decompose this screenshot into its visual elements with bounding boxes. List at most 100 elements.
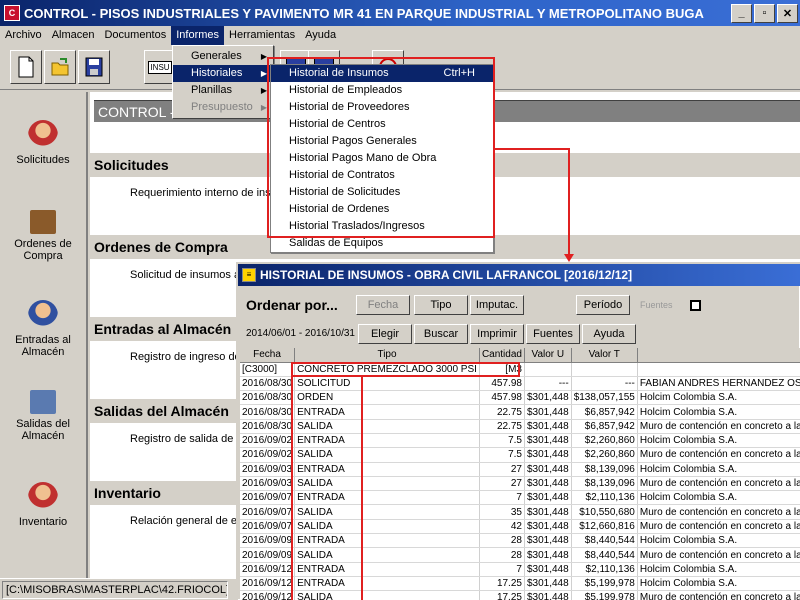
table-row[interactable]: 2016/09/12 SALIDA 17.25 $301,448 $5,199,978 M… [240,590,800,600]
menu-almacen[interactable]: Almacen [47,26,100,45]
table-cell: --- [571,376,638,392]
menu-item-salidas-equipos[interactable]: Salidas de Equipos [271,235,493,252]
new-button[interactable] [10,50,42,84]
open-button[interactable] [44,50,76,84]
menu-item-historial-solicitudes[interactable]: Historial de Solicitudes [271,184,493,201]
table-cell: SOLICITUD [294,376,480,392]
table-row[interactable]: 2016/09/07 SALIDA 42 $301,448 $12,660,816 Mur… [240,519,800,535]
elegir-button[interactable]: Elegir [358,324,412,344]
table-cell [524,362,572,377]
maximize-button[interactable]: ▫ [754,3,775,23]
menu-item-historial-pagos-mano-obra[interactable]: Historial Pagos Mano de Obra [271,150,493,167]
table-cell: $6,857,942 [571,404,638,420]
menu-item-planillas[interactable]: Planillas ▶ [173,82,273,99]
menu-item-historial-pagos-generales[interactable]: Historial Pagos Generales [271,133,493,150]
table-cell: [M3 [479,362,525,377]
menu-item-historial-insumos[interactable]: Historial de Insumos Ctrl+H [271,65,493,82]
table-cell: $301,448 [524,404,572,420]
table-cell: 17.25 [479,590,525,600]
imprimir-button[interactable]: Imprimir [470,324,524,344]
menu-item-generales[interactable]: Generales ▶ [173,48,273,65]
table-cell: Muro de contención en concreto a la v [637,519,800,535]
table-cell [571,362,638,377]
sort-imputac-button[interactable]: Imputac. [470,295,524,315]
column-header-valor-u[interactable]: Valor U [524,348,572,363]
table-cell: 27 [479,462,525,477]
buscar-button[interactable]: Buscar [414,324,468,344]
fuentes-button[interactable]: Fuentes [526,324,580,344]
fuentes-checkbox[interactable] [690,300,701,311]
menu-item-label: Historial de Insumos [289,67,389,79]
menu-documentos[interactable]: Documentos [99,26,171,45]
table-row[interactable]: 2016/09/02 ENTRADA 7.5 $301,448 $2,260,860 Ho… [240,433,800,449]
table-row[interactable]: 2016/08/30 ORDEN 457.98 $301,448 $138,057,15… [240,390,800,406]
status-path: [C:\MISOBRAS\MASTERPLAC\42.FRIOCOL] [2,581,228,599]
table-row[interactable]: 2016/09/09 SALIDA 28 $301,448 $8,440,544 Muro… [240,547,800,563]
menu-item-historiales[interactable]: Historiales ▶ [173,65,273,82]
sidebar-item-salidas[interactable]: Salidas del Almacén [0,390,86,442]
minimize-button[interactable]: _ [731,3,752,23]
table-cell: $8,139,096 [571,462,638,477]
open-folder-icon [51,58,69,76]
menu-item-historial-ordenes[interactable]: Historial de Ordenes [271,201,493,218]
column-header-tipo[interactable]: Tipo [294,348,480,363]
table-group-row[interactable]: [C3000] CONCRETO PREMEZCLADO 3000 PSI [M… [240,362,800,377]
chevron-right-icon: ▶ [260,86,267,95]
table-cell: ENTRADA [294,433,480,449]
table-cell: $301,448 [524,519,572,535]
column-header-valor-t[interactable]: Valor T [571,348,638,363]
title-bar[interactable]: C CONTROL - PISOS INDUSTRIALES Y PAVIMEN… [0,0,800,26]
table-row[interactable]: 2016/09/12 ENTRADA 7 $301,448 $2,110,136 Holc… [240,562,800,577]
table-cell: $301,448 [524,447,572,463]
table-row[interactable]: 2016/09/03 SALIDA 27 $301,448 $8,139,096 Muro… [240,476,800,492]
table-cell: Holcim Colombia S.A. [637,462,800,477]
table-cell: ENTRADA [294,562,480,577]
table-cell: 22.75 [479,404,525,420]
table-cell: 457.98 [479,390,525,406]
sort-tipo-button[interactable]: Tipo [414,295,468,315]
column-header-fecha[interactable]: Fecha [240,348,296,363]
table-row[interactable]: 2016/09/03 ENTRADA 27 $301,448 $8,139,096 Hol… [240,462,800,477]
menu-ayuda[interactable]: Ayuda [300,26,341,45]
sort-periodo-button[interactable]: Período [576,295,630,315]
save-button[interactable] [78,50,110,84]
close-button[interactable]: ✕ [777,3,798,23]
historial-title-bar[interactable]: ≡ HISTORIAL DE INSUMOS - OBRA CIVIL LAFR… [238,264,800,286]
column-header-cantidad[interactable]: Cantidad [479,348,525,363]
table-cell: 2016/09/02 [240,433,296,449]
table-cell: SALIDA [294,476,480,492]
chevron-right-icon: ▶ [260,69,267,78]
table-row[interactable]: 2016/09/12 ENTRADA 17.25 $301,448 $5,199,978… [240,576,800,592]
ayuda-button[interactable]: Ayuda [582,324,636,344]
table-cell: 2016/09/12 [240,590,296,600]
menu-item-historial-centros[interactable]: Historial de Centros [271,116,493,133]
table-row[interactable]: 2016/08/30 ENTRADA 22.75 $301,448 $6,857,942… [240,404,800,420]
menu-informes[interactable]: Informes [171,26,225,45]
menu-item-label: Planillas [191,84,232,96]
sort-fecha-button[interactable]: Fecha [356,295,410,315]
menu-item-historial-contratos[interactable]: Historial de Contratos [271,167,493,184]
table-cell: 2016/08/30 [240,404,296,420]
table-cell: Muro de contención en concreto a la v [637,476,800,492]
table-row[interactable]: 2016/09/07 ENTRADA 7 $301,448 $2,110,136 Holc… [240,490,800,506]
menu-herramientas[interactable]: Herramientas [224,26,300,45]
menu-item-historial-traslados[interactable]: Historial Traslados/Ingresos [271,218,493,235]
table-cell: 2016/09/02 [240,447,296,463]
sidebar-item-inventario[interactable]: Inventario [0,482,86,528]
column-header-detalle[interactable] [637,348,800,363]
menu-item-historial-empleados[interactable]: Historial de Empleados [271,82,493,99]
table-row[interactable]: 2016/09/07 SALIDA 35 $301,448 $10,550,680 Mur… [240,504,800,520]
table-row[interactable]: 2016/09/09 ENTRADA 28 $301,448 $8,440,544 Hol… [240,533,800,549]
table-cell: $2,260,860 [571,433,638,449]
table-cell: $301,448 [524,476,572,492]
menu-item-historial-proveedores[interactable]: Historial de Proveedores [271,99,493,116]
sidebar-item-entradas[interactable]: Entradas al Almacén [0,300,86,358]
menu-archivo[interactable]: Archivo [0,26,47,45]
table-row[interactable]: 2016/09/02 SALIDA 7.5 $301,448 $2,260,860 Mur… [240,447,800,463]
table-row[interactable]: 2016/08/30 SOLICITUD 457.98 --- --- FABIAN AN… [240,376,800,392]
historial-app-icon: ≡ [242,268,256,282]
historial-grid[interactable]: Fecha Tipo Cantidad Valor U Valor T [C30… [240,348,800,600]
sidebar-item-ordenes[interactable]: Ordenes de Compra [0,210,86,262]
sidebar-item-solicitudes[interactable]: Solicitudes [0,120,86,166]
table-row[interactable]: 2016/08/30 SALIDA 22.75 $301,448 $6,857,942 M… [240,419,800,434]
